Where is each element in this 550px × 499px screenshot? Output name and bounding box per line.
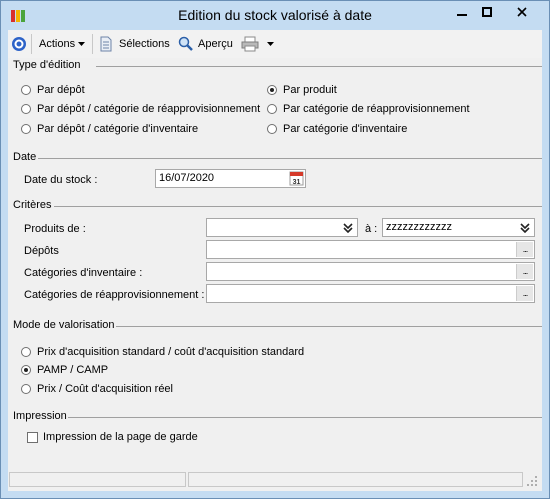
section-divider — [96, 66, 542, 67]
calendar-button[interactable]: 31 — [289, 171, 304, 186]
minimize-button[interactable] — [449, 2, 475, 22]
radio-circle — [21, 85, 31, 95]
cat-reappro-label: Catégories de réapprovisionnement : — [24, 289, 205, 301]
toolbar-separator — [92, 34, 93, 54]
printer-icon — [241, 36, 259, 52]
depots-label: Dépôts — [24, 245, 59, 257]
radio-par-produit[interactable]: Par produit — [267, 84, 337, 96]
selections-label: Sélections — [119, 38, 170, 50]
valorisation-heading: Mode de valorisation — [13, 319, 115, 331]
radio-label: Par dépôt / catégorie de réapprovisionne… — [37, 103, 261, 115]
produits-to-dropdown[interactable] — [517, 220, 533, 235]
document-icon — [100, 36, 112, 52]
criteres-heading: Critères — [13, 199, 52, 211]
minimize-icon — [457, 14, 467, 16]
window: Edition du stock valorisé à date Actions — [0, 0, 550, 499]
date-stock-label: Date du stock : — [24, 174, 98, 186]
section-divider — [116, 326, 542, 327]
close-icon — [517, 7, 527, 17]
section-divider — [68, 417, 542, 418]
radio-label: Par catégorie de réapprovisionnement — [283, 103, 470, 115]
status-cell — [9, 472, 186, 487]
radio-pamp-camp[interactable]: PAMP / CAMP — [21, 364, 108, 376]
calendar-icon: 31 — [289, 171, 304, 186]
maximize-button[interactable] — [475, 2, 499, 22]
toolbar-separator — [31, 34, 32, 54]
radio-circle — [21, 104, 31, 114]
status-bar — [8, 470, 542, 491]
date-stock-input[interactable]: 16/07/2020 31 — [155, 169, 306, 188]
apercu-button[interactable]: Aperçu — [178, 34, 233, 54]
print-button[interactable] — [241, 34, 259, 54]
radio-label: Par catégorie d'inventaire — [283, 123, 408, 135]
produits-from-dropdown[interactable] — [340, 220, 356, 235]
radio-par-cat-inventaire[interactable]: Par catégorie d'inventaire — [267, 123, 407, 135]
radio-label: Par dépôt / catégorie d'inventaire — [37, 123, 199, 135]
double-chevron-down-icon — [520, 222, 530, 233]
radio-circle — [267, 104, 277, 114]
radio-par-depot[interactable]: Par dépôt — [21, 84, 85, 96]
radio-label: Par dépôt — [37, 84, 85, 96]
type-edition-heading: Type d'édition — [13, 59, 81, 71]
a-label: à : — [365, 223, 378, 235]
produits-to-value: zzzzzzzzzzzz — [386, 221, 452, 233]
produits-label: Produits de : — [24, 223, 86, 235]
radio-circle — [21, 384, 31, 394]
section-divider — [38, 158, 542, 159]
radio-prix-standard[interactable]: Prix d'acquisition standard / coût d'acq… — [21, 346, 304, 358]
cat-inventaire-input[interactable]: ... — [206, 262, 535, 281]
close-button[interactable] — [499, 2, 545, 22]
cat-inventaire-label: Catégories d'inventaire : — [24, 267, 143, 279]
page-garde-checkbox[interactable] — [27, 432, 38, 443]
produits-from-select[interactable] — [206, 218, 358, 237]
print-dropdown[interactable] — [266, 34, 275, 54]
radio-circle — [267, 124, 277, 134]
resize-grip-icon[interactable] — [526, 475, 538, 487]
caret-down-icon — [78, 42, 86, 46]
target-button[interactable] — [11, 34, 27, 54]
selections-button[interactable]: Sélections — [99, 34, 170, 54]
actions-menu[interactable]: Actions — [39, 34, 86, 54]
maximize-icon — [482, 7, 492, 17]
radio-label: PAMP / CAMP — [37, 364, 109, 376]
title-bar: Edition du stock valorisé à date — [1, 1, 549, 30]
page-garde-label: Impression de la page de garde — [43, 431, 198, 443]
double-chevron-down-icon — [343, 222, 353, 233]
depots-input[interactable]: ... — [206, 240, 535, 259]
radio-circle — [21, 124, 31, 134]
impression-heading: Impression — [13, 410, 67, 422]
radio-circle-selected — [267, 85, 277, 95]
radio-label: Prix / Coût d'acquisition réel — [37, 383, 173, 395]
target-icon — [12, 37, 26, 51]
dialog-body: Actions Sélections Aperçu Type d'édition… — [8, 30, 542, 491]
section-divider — [54, 206, 542, 207]
caret-down-icon — [267, 42, 274, 46]
calendar-day: 31 — [293, 179, 301, 186]
status-cell — [188, 472, 523, 487]
cat-reappro-input[interactable]: ... — [206, 284, 535, 303]
apercu-label: Aperçu — [198, 38, 233, 50]
toolbar: Actions Sélections Aperçu — [8, 30, 542, 58]
radio-circle-selected — [21, 365, 31, 375]
magnifier-icon — [178, 36, 193, 51]
radio-label: Par produit — [283, 84, 337, 96]
radio-par-depot-cat-inventaire[interactable]: Par dépôt / catégorie d'inventaire — [21, 123, 198, 135]
produits-to-select[interactable]: zzzzzzzzzzzz — [382, 218, 535, 237]
depots-browse-button[interactable]: ... — [516, 242, 533, 257]
cat-reappro-browse-button[interactable]: ... — [516, 286, 533, 301]
radio-prix-reel[interactable]: Prix / Coût d'acquisition réel — [21, 383, 173, 395]
date-stock-value: 16/07/2020 — [159, 172, 215, 184]
date-heading: Date — [13, 151, 37, 163]
radio-par-depot-cat-reappro[interactable]: Par dépôt / catégorie de réapprovisionne… — [21, 103, 260, 115]
actions-label: Actions — [39, 38, 76, 50]
radio-label: Prix d'acquisition standard / coût d'acq… — [37, 346, 305, 358]
cat-inventaire-browse-button[interactable]: ... — [516, 264, 533, 279]
radio-circle — [21, 347, 31, 357]
radio-par-cat-reappro[interactable]: Par catégorie de réapprovisionnement — [267, 103, 470, 115]
